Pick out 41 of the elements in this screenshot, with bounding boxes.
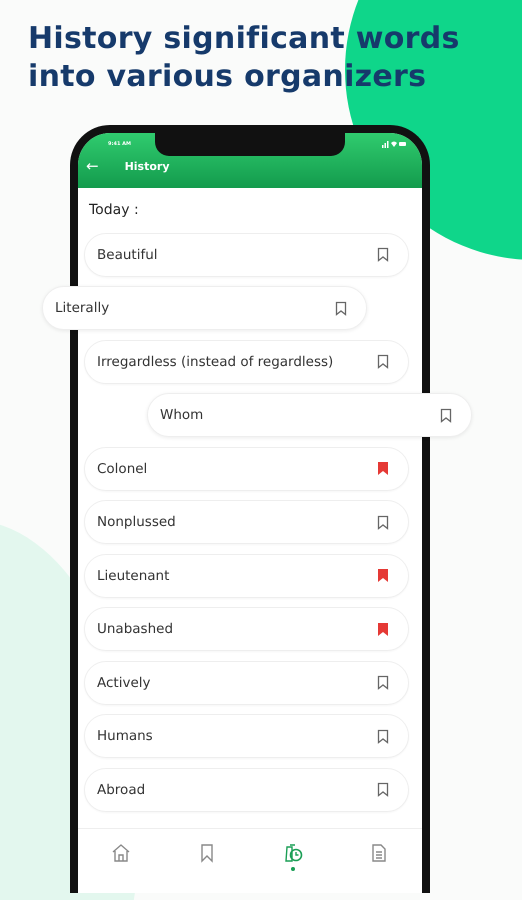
word-text: Whom bbox=[160, 407, 204, 423]
home-icon bbox=[111, 843, 131, 863]
word-text: Abroad bbox=[97, 782, 146, 798]
section-heading: Today : bbox=[88, 201, 140, 220]
word-text: Unabashed bbox=[97, 621, 174, 637]
word-text: Lieutenant bbox=[97, 568, 170, 584]
word-text: Humans bbox=[97, 728, 153, 744]
bookmark-icon[interactable] bbox=[377, 514, 389, 530]
word-row[interactable]: Nonplussed bbox=[84, 500, 409, 544]
word-row[interactable]: Abroad bbox=[84, 768, 409, 812]
bookmark-icon[interactable] bbox=[377, 354, 389, 369]
word-row[interactable]: Lieutenant bbox=[84, 554, 409, 598]
bookmark-icon[interactable] bbox=[335, 300, 347, 316]
word-row[interactable]: Beautiful bbox=[84, 232, 409, 276]
bookmark-icon[interactable] bbox=[377, 461, 389, 476]
nav-tab[interactable] bbox=[283, 843, 303, 871]
bookmark-icon[interactable] bbox=[377, 247, 389, 262]
word-text: Literally bbox=[55, 300, 110, 316]
bookmark-icon[interactable] bbox=[377, 622, 389, 636]
bookmark-icon[interactable] bbox=[440, 408, 452, 422]
bookmark-icon[interactable] bbox=[377, 568, 389, 583]
bookmark-icon[interactable] bbox=[377, 728, 389, 744]
word-row[interactable]: Irregardless (instead of regardless) bbox=[84, 340, 409, 384]
word-text: Colonel bbox=[97, 460, 148, 476]
word-text: Beautiful bbox=[97, 246, 158, 262]
word-row[interactable]: Colonel bbox=[84, 446, 409, 490]
word-text: Actively bbox=[97, 674, 150, 690]
word-row[interactable]: Literally bbox=[42, 286, 367, 330]
screen-title: History bbox=[124, 160, 170, 172]
bookmark-icon[interactable] bbox=[377, 675, 389, 690]
history-icon bbox=[283, 843, 303, 863]
word-row[interactable]: Humans bbox=[84, 714, 409, 758]
status-icons bbox=[382, 140, 406, 148]
word-row[interactable]: Unabashed bbox=[84, 607, 409, 651]
active-dot bbox=[291, 867, 295, 871]
word-text: Irregardless (instead of regardless) bbox=[97, 354, 334, 370]
word-text: Nonplussed bbox=[97, 514, 176, 530]
bookmark-icon[interactable] bbox=[377, 782, 389, 797]
word-row[interactable]: Actively bbox=[84, 660, 409, 704]
word-row[interactable]: Whom bbox=[147, 393, 472, 437]
nav-tab[interactable] bbox=[111, 843, 131, 863]
